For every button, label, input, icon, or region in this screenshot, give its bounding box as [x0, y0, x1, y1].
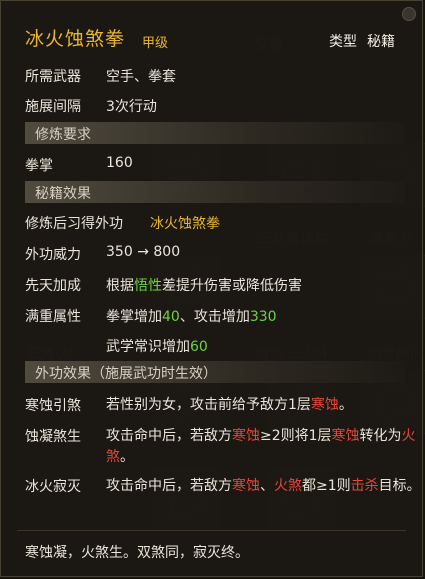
status-keyword: 击杀: [350, 478, 379, 494]
section-book-effects: 秘籍效果: [25, 181, 405, 203]
requirement-label: 拳掌: [25, 158, 53, 174]
stat-text: 武学常识增加: [106, 339, 190, 355]
full-weight-value-2: 武学常识增加60: [106, 336, 208, 356]
tooltip-header: 冰火蚀煞拳 甲级 类型 秘籍: [1, 1, 422, 53]
type-value: 秘籍: [367, 34, 395, 50]
innate-text: 根据: [106, 278, 134, 294]
stat-value: 330: [249, 309, 277, 325]
effect-text: 若性别为女，攻击前给予敌方1层: [106, 397, 311, 413]
innate-attribute: 悟性: [134, 278, 162, 294]
power-value: 350 → 800: [106, 244, 180, 260]
effect-text: 。: [338, 397, 353, 413]
section-title: 修炼要求: [35, 127, 91, 143]
full-weight-label: 满重属性: [25, 309, 81, 325]
status-keyword: 寒蚀: [331, 428, 360, 444]
stat-text: 、攻击增加: [179, 309, 250, 325]
effect-name: 寒蚀引煞: [25, 398, 81, 414]
effect-text: ≥2则将1层: [260, 428, 332, 444]
learn-value: 冰火蚀煞拳: [150, 216, 220, 232]
skill-title: 冰火蚀煞拳: [25, 28, 126, 50]
effect-text: 攻击命中后，若敌方: [106, 478, 232, 494]
effect-name: 冰火寂灭: [25, 479, 81, 495]
status-keyword: 寒蚀: [232, 428, 260, 444]
power-from: 350: [106, 244, 133, 260]
section-external-effects: 外功效果（施展武功时生效）: [25, 361, 405, 383]
arrow-icon: →: [137, 244, 149, 260]
effect-text: 转化为: [359, 428, 402, 444]
stat-text: 拳掌增加: [106, 309, 162, 325]
effect-text: 目标。: [378, 478, 421, 494]
stat-value: 40: [162, 309, 180, 325]
interval-value: 3次行动: [106, 99, 157, 115]
weapon-label: 所需武器: [25, 69, 81, 85]
status-keyword: 寒蚀: [310, 397, 339, 413]
section-title: 秘籍效果: [35, 186, 91, 202]
section-requirements: 修炼要求: [25, 122, 405, 144]
stat-value: 60: [190, 339, 208, 355]
status-keyword: 寒蚀: [232, 478, 260, 494]
effect-name: 蚀凝煞生: [25, 429, 81, 445]
learn-label: 修炼后习得外功: [25, 216, 123, 232]
skill-tooltip: 冰火蚀煞拳 甲级 类型 秘籍 所需武器 空手、拳套 施展间隔 3次行动 修炼要求…: [0, 0, 423, 577]
innate-value: 根据悟性差提升伤害或降低伤害: [106, 275, 302, 295]
effect-text: 。: [120, 449, 134, 465]
type-label: 类型: [329, 34, 357, 50]
section-title: 外功效果（施展武功时生效）: [35, 366, 217, 382]
effect-description: 攻击命中后，若敌方寒蚀≥2则将1层寒蚀转化为火煞。: [106, 426, 425, 468]
flavor-text: 寒蚀凝，火煞生。双煞同，寂灭终。: [25, 545, 249, 561]
weapon-value: 空手、拳套: [106, 69, 176, 85]
divider: [17, 530, 406, 531]
innate-label: 先天加成: [25, 278, 81, 294]
status-keyword: 火煞: [274, 478, 302, 494]
interval-label: 施展间隔: [25, 99, 81, 115]
full-weight-value: 拳掌增加40、攻击增加330: [106, 306, 277, 326]
effect-description: 若性别为女，攻击前给予敌方1层寒蚀。: [106, 395, 425, 416]
power-to: 800: [153, 244, 181, 260]
innate-text: 差提升伤害或降低伤害: [162, 278, 302, 294]
power-label: 外功威力: [25, 247, 81, 263]
effect-description: 攻击命中后，若敌方寒蚀、火煞都≥1则击杀目标。: [106, 476, 425, 497]
effect-text: 攻击命中后，若敌方: [106, 428, 232, 444]
effect-text: 都≥1则: [302, 478, 351, 494]
effect-text: 、: [260, 478, 274, 494]
requirement-value: 160: [106, 155, 133, 171]
grade-badge: 甲级: [142, 36, 169, 51]
